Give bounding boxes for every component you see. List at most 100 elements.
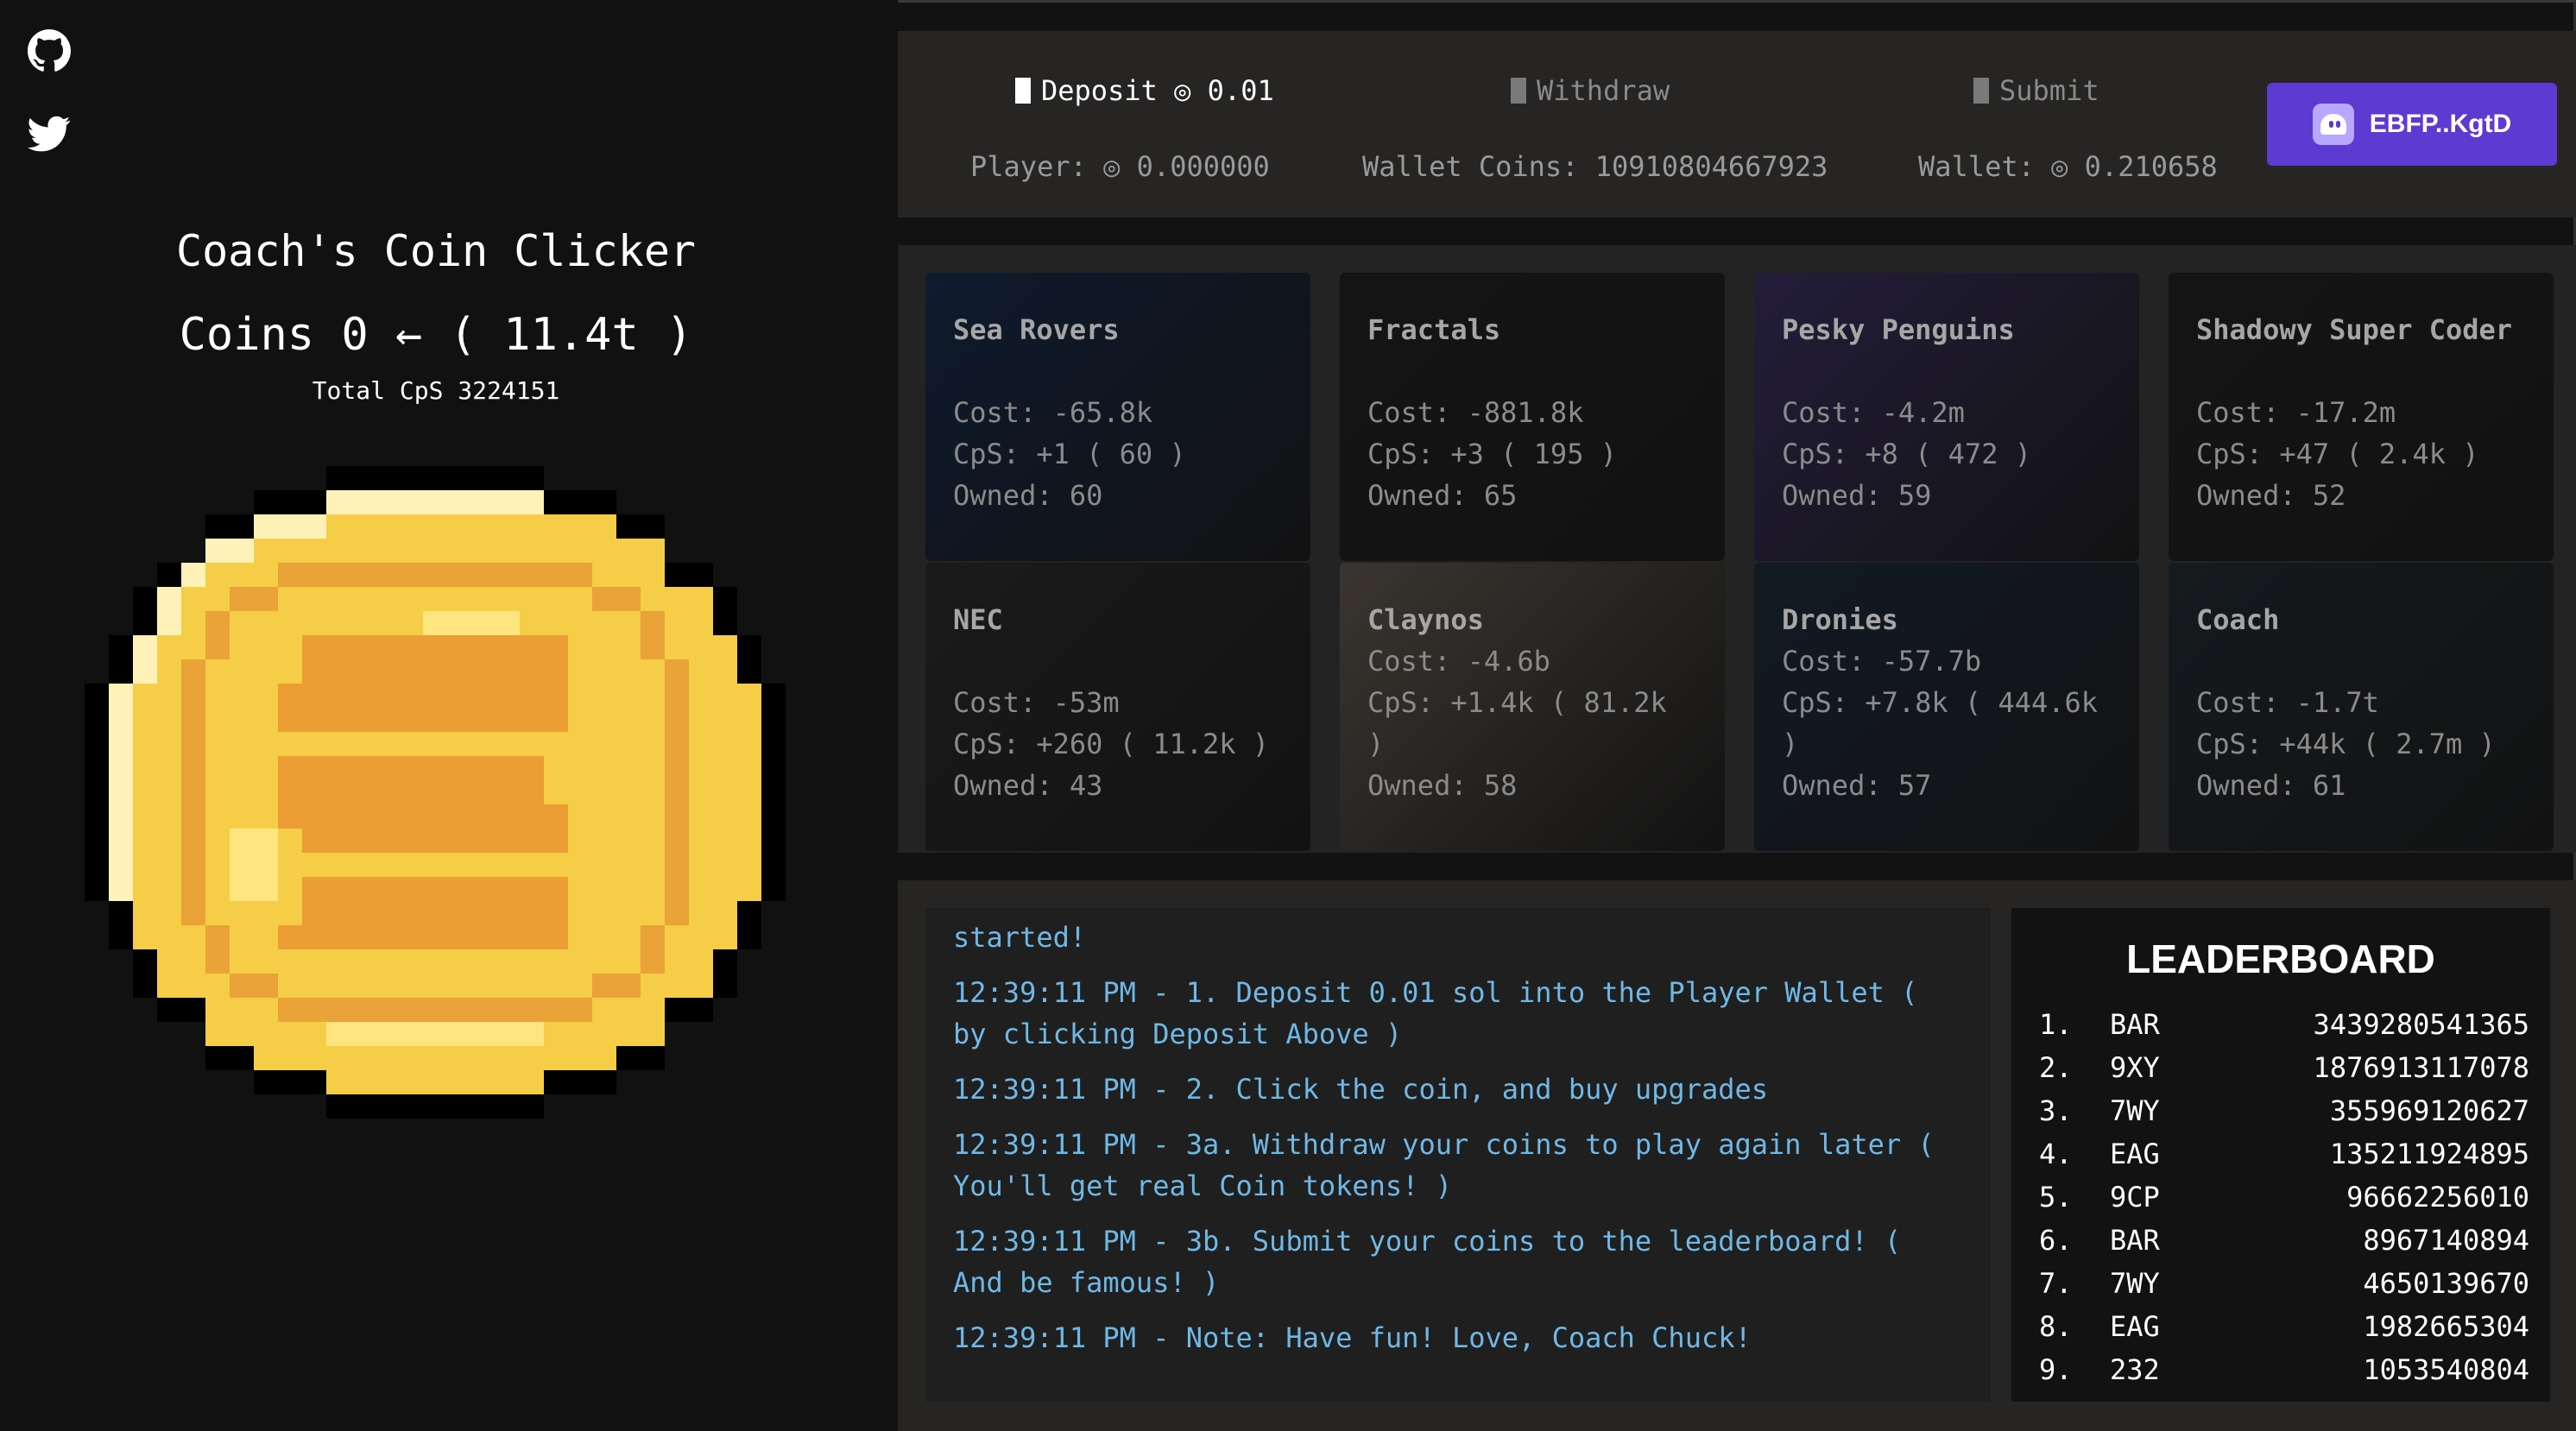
upgrade-cps-cont: ) [1367,728,1385,760]
upgrade-name: Coach [2196,603,2280,636]
leaderboard-score: 8967140894 [2363,1224,2529,1257]
leaderboard-row: 1. BAR 3439280541365 [2039,1008,2529,1050]
upgrade-card-coach[interactable]: Coach Cost: -1.7t CpS: +44k ( 2.7m ) Owned:… [2169,563,2554,851]
wallet-connect-button[interactable]: EBFP..KgtD [2267,83,2557,166]
upgrade-name: NEC [953,603,1003,636]
wallet-balance: Wallet: ◎ 0.210658 [1918,150,2218,183]
leaderboard: LEADERBOARD 1. BAR 3439280541365 2. 9XY 18769… [2011,908,2550,1402]
square-icon [1973,78,1989,104]
upgrade-owned: Owned: 58 [1367,769,1518,802]
leaderboard-name: 9CP [2110,1181,2160,1214]
leaderboard-score: 1982665304 [2363,1310,2529,1343]
leaderboard-name: EAG [2110,1310,2160,1343]
log-line: And be famous! ) [953,1266,1220,1299]
log-line: 12:39:11 PM - 1. Deposit 0.01 sol into t… [953,976,1918,1009]
upgrade-cps: CpS: +7.8k ( 444.6k [1782,686,2099,719]
upgrade-cost: Cost: -4.6b [1367,645,1550,678]
upgrade-cps: CpS: +47 ( 2.4k ) [2196,438,2479,470]
upgrade-cost: Cost: -881.8k [1367,396,1584,429]
upgrade-owned: Owned: 60 [953,479,1103,512]
leaderboard-name: 232 [2110,1353,2160,1386]
upgrade-name: Claynos [1367,603,1484,636]
deposit-button[interactable]: Deposit ◎ 0.01 [1015,74,1274,107]
upgrade-cost: Cost: -57.7b [1782,645,1982,678]
upgrade-card-shadowy-super-coder[interactable]: Shadowy Super Coder Cost: -17.2m CpS: +47 … [2169,273,2554,561]
leaderboard-name: 9XY [2110,1051,2160,1084]
leaderboard-row: 9. 232 1053540804 [2039,1353,2529,1395]
submit-button[interactable]: Submit [1973,74,2099,107]
upgrade-cps: CpS: +44k ( 2.7m ) [2196,728,2496,760]
upgrade-cps-cont: ) [1782,728,1799,760]
leaderboard-score: 135211924895 [2329,1138,2529,1170]
coins-counter: Coins 0 ← ( 11.4t ) [179,309,693,361]
event-log: started! 12:39:11 PM - 1. Deposit 0.01 s… [925,908,1991,1402]
leaderboard-row: 3. 7WY 355969120627 [2039,1094,2529,1136]
log-line: 12:39:11 PM - 2. Click the coin, and buy… [953,1073,1769,1106]
leaderboard-score: 1053540804 [2363,1353,2529,1386]
log-line: 12:39:11 PM - 3b. Submit your coins to t… [953,1225,1902,1258]
square-icon [1015,78,1031,104]
wallet-coins: Wallet Coins: 10910804667923 [1362,150,1828,183]
upgrade-owned: Owned: 65 [1367,479,1518,512]
left-column: Coach's Coin Clicker Coins 0 ← ( 11.4t )… [0,0,898,1431]
upgrade-card-fractals[interactable]: Fractals Cost: -881.8k CpS: +3 ( 195 ) Owne… [1340,273,1725,561]
log-line: 12:39:11 PM - 3a. Withdraw your coins to… [953,1128,1935,1161]
leaderboard-rank: 8. [2039,1310,2073,1343]
player-balance: Player: ◎ 0.000000 [970,150,1270,183]
withdraw-button[interactable]: Withdraw [1511,74,1670,107]
leaderboard-title: LEADERBOARD [2126,936,2435,981]
upgrade-cost: Cost: -1.7t [2196,686,2379,719]
upgrade-name: Fractals [1367,313,1501,346]
leaderboard-row: 8. EAG 1982665304 [2039,1310,2529,1352]
square-icon [1511,78,1526,104]
leaderboard-rank: 4. [2039,1138,2073,1170]
log-line: You'll get real Coin tokens! ) [953,1169,1452,1202]
leaderboard-score: 355969120627 [2329,1094,2529,1127]
leaderboard-row: 6. BAR 8967140894 [2039,1224,2529,1265]
leaderboard-row: 2. 9XY 1876913117078 [2039,1051,2529,1093]
upgrade-card-pesky-penguins[interactable]: Pesky Penguins Cost: -4.2m CpS: +8 ( 472 )… [1754,273,2139,561]
total-cps: Total CpS 3224151 [312,376,560,405]
log-line: started! [953,921,1087,954]
log-line: 12:39:11 PM - Note: Have fun! Love, Coac… [953,1321,1752,1354]
upgrade-card-sea-rovers[interactable]: Sea Rovers Cost: -65.8k CpS: +1 ( 60 ) Owne… [925,273,1310,561]
leaderboard-rank: 3. [2039,1094,2073,1127]
leaderboard-score: 221281166 [2380,1396,2529,1402]
upgrade-name: Sea Rovers [953,313,1120,346]
leaderboard-row: 10. EBF 221281166 [2039,1396,2529,1402]
leaderboard-name: EAG [2110,1138,2160,1170]
leaderboard-name: EBF [2110,1396,2160,1402]
upgrade-cost: Cost: -4.2m [1782,396,1965,429]
upgrade-cost: Cost: -17.2m [2196,396,2396,429]
leaderboard-rank: 10. [2039,1396,2089,1402]
upgrade-cps: CpS: +1 ( 60 ) [953,438,1186,470]
leaderboard-row: 4. EAG 135211924895 [2039,1138,2529,1179]
upgrade-cps: CpS: +8 ( 472 ) [1782,438,2031,470]
upgrade-name: Pesky Penguins [1782,313,2015,346]
leaderboard-name: BAR [2110,1008,2160,1041]
leaderboard-row: 5. 9CP 96662256010 [2039,1181,2529,1222]
upgrade-cost: Cost: -53m [953,686,1120,719]
upgrade-cps: CpS: +1.4k ( 81.2k [1367,686,1667,719]
leaderboard-name: 7WY [2110,1267,2160,1300]
coin-button[interactable] [79,466,791,1119]
twitter-icon[interactable] [28,112,71,155]
leaderboard-score: 4650139670 [2363,1267,2529,1300]
game-title: Coach's Coin Clicker [175,226,697,276]
leaderboard-score: 3439280541365 [2313,1008,2529,1041]
leaderboard-rank: 5. [2039,1181,2073,1214]
upgrade-owned: Owned: 43 [953,769,1103,802]
upgrade-name: Dronies [1782,603,1898,636]
upgrade-card-nec[interactable]: NEC Cost: -53m CpS: +260 ( 11.2k ) Owned: 4… [925,563,1310,851]
upgrade-owned: Owned: 57 [1782,769,1932,802]
leaderboard-score: 1876913117078 [2313,1051,2529,1084]
leaderboard-score: 96662256010 [2346,1181,2529,1214]
github-icon[interactable] [28,29,71,72]
upgrade-card-claynos[interactable]: Claynos Cost: -4.6b CpS: +1.4k ( 81.2k) Own… [1340,563,1725,851]
log-line: by clicking Deposit Above ) [953,1018,1403,1050]
upgrade-owned: Owned: 59 [1782,479,1932,512]
upgrade-owned: Owned: 52 [2196,479,2346,512]
upgrade-card-dronies[interactable]: Dronies Cost: -57.7b CpS: +7.8k ( 444.6k) O… [1754,563,2139,851]
leaderboard-name: BAR [2110,1224,2160,1257]
upgrade-owned: Owned: 61 [2196,769,2346,802]
